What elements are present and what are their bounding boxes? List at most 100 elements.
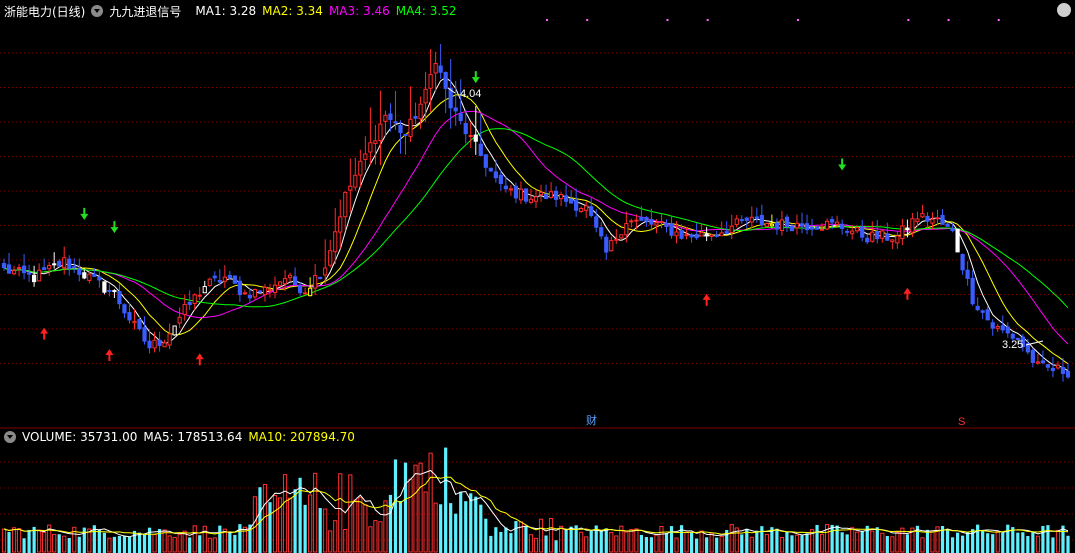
candle-body <box>147 340 152 349</box>
candle-body <box>393 121 398 124</box>
volume-bar <box>67 537 71 553</box>
volume-bar <box>1011 527 1015 553</box>
candle-body <box>845 230 850 233</box>
candle-body <box>518 188 524 201</box>
volume-bar <box>127 536 132 553</box>
candle-body <box>368 142 373 153</box>
candle-body <box>1030 349 1035 363</box>
volume-bar <box>198 535 202 553</box>
candle-body <box>358 160 363 176</box>
volume-bar <box>137 532 142 553</box>
candle-body <box>774 222 780 230</box>
candle-body <box>594 216 599 228</box>
candle-body <box>262 286 268 295</box>
candle-body <box>87 273 92 281</box>
volume-bar <box>695 538 699 553</box>
volume-bar <box>348 474 353 553</box>
finance-marker[interactable]: 财 <box>586 413 597 427</box>
candle-body <box>589 206 594 217</box>
candle-body <box>910 218 915 233</box>
volume-bar <box>469 493 473 553</box>
top-marker-dot <box>947 19 950 21</box>
volume-bar <box>82 527 86 553</box>
candle-body <box>313 275 318 289</box>
candle-body <box>935 217 940 220</box>
volume-bar <box>479 504 483 553</box>
volume-ma10: MA10: 207894.70 <box>248 430 355 444</box>
volume-bar <box>845 534 849 553</box>
volume-bar <box>1046 525 1050 553</box>
buy-arrow-icon <box>903 287 912 300</box>
volume-bar <box>684 531 689 553</box>
candle-body <box>558 193 564 200</box>
chart-menu-button[interactable] <box>1057 3 1071 17</box>
candle-body <box>132 320 137 324</box>
volume-bar <box>880 532 885 553</box>
candle-body <box>257 290 263 293</box>
indicator-dropdown-icon[interactable] <box>91 5 104 17</box>
volume-bar <box>212 537 217 553</box>
volume-bar <box>925 529 930 553</box>
candle-body <box>830 219 835 223</box>
candle-body <box>142 327 147 342</box>
candle-body <box>237 280 242 296</box>
volume-bar <box>313 472 318 553</box>
candle-body <box>252 289 258 298</box>
candle-body <box>709 234 714 237</box>
volume-bar <box>629 528 634 553</box>
candle-body <box>824 220 830 230</box>
candle-body <box>714 234 719 237</box>
s-marker[interactable]: S <box>958 416 965 428</box>
candle-body <box>564 195 569 202</box>
candle-body <box>433 63 438 74</box>
candle-body <box>1065 370 1071 378</box>
candle-body <box>37 269 42 282</box>
candle-body <box>604 236 609 253</box>
volume-bar <box>439 504 443 553</box>
volume-bar <box>238 524 242 553</box>
volume-bar <box>323 508 328 553</box>
volume-bar <box>920 537 925 553</box>
volume-bar <box>790 535 794 553</box>
volume-ma5: MA5: 178513.64 <box>143 430 243 444</box>
stock-title: 浙能电力(日线) <box>4 4 86 19</box>
volume-bar <box>454 513 458 553</box>
candle-body <box>955 228 960 253</box>
candle-body <box>960 254 965 271</box>
candle-body <box>277 281 283 287</box>
candle-body <box>528 198 534 203</box>
volume-bar <box>1035 535 1040 553</box>
candle-body <box>634 219 639 222</box>
indicator-name[interactable]: 九九进退信号 <box>109 3 181 20</box>
volume-dropdown-icon[interactable] <box>4 431 16 443</box>
candle-body <box>925 215 930 222</box>
candle-body <box>242 292 248 295</box>
candle-body <box>875 231 880 240</box>
volume-bar <box>654 534 659 553</box>
volume-bar <box>398 500 403 553</box>
volume-bar <box>729 524 734 553</box>
candle-body <box>323 267 328 276</box>
candle-body <box>574 200 579 211</box>
candle-body <box>92 273 97 277</box>
candle-body <box>82 272 87 279</box>
volume-ma-lines <box>3 469 1069 538</box>
volume-bar <box>1001 532 1005 553</box>
volume-bar <box>1026 536 1030 553</box>
candle-body <box>538 191 544 196</box>
volume-bar <box>719 536 724 553</box>
candle-body <box>112 290 117 293</box>
volume-bar <box>1 528 7 553</box>
candle-body <box>684 234 689 237</box>
volume-bar <box>544 535 548 553</box>
candle-body <box>674 231 679 237</box>
volume-bar <box>779 536 785 553</box>
candle-body <box>363 153 368 160</box>
candle-body <box>624 223 629 236</box>
candle-body <box>172 325 177 336</box>
volume-bar <box>564 529 568 553</box>
candle-body <box>498 174 503 185</box>
candle-body <box>388 113 393 121</box>
candle-body <box>333 231 338 253</box>
volume-bar <box>835 525 839 553</box>
